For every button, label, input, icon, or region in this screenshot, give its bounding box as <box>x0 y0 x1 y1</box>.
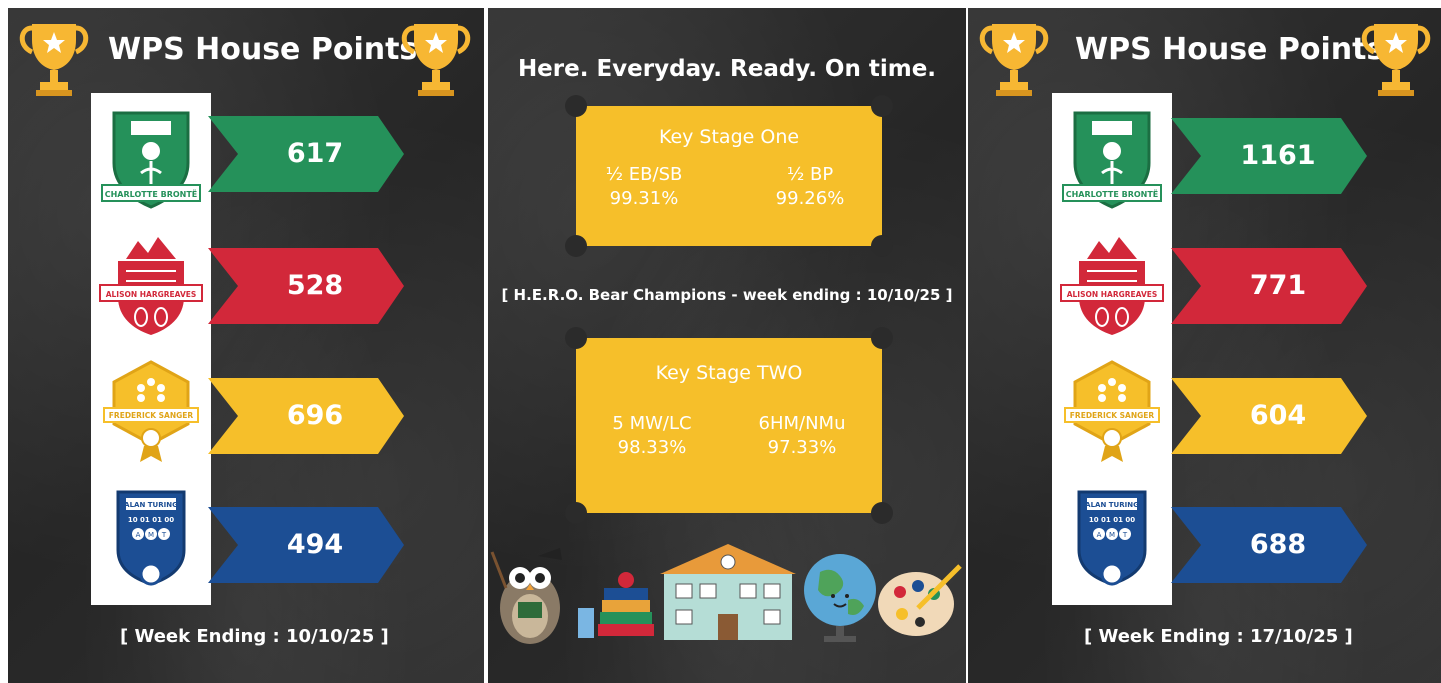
house-points-board-left: WPS House Points CHARLOTTE BRONTË ALISON… <box>8 8 484 683</box>
svg-text:10 01 01 00: 10 01 01 00 <box>1089 516 1135 524</box>
house-crest-column: CHARLOTTE BRONTË ALISON HARGREAVES FREDE… <box>91 93 211 605</box>
points-value: 1161 <box>1240 140 1316 171</box>
alison-hargreaves-crest-icon: ALISON HARGREAVES <box>99 237 203 335</box>
house-points-arrow-hargreaves: 528 <box>208 248 404 324</box>
points-value: 771 <box>1249 270 1307 301</box>
alan-turing-crest-icon: ALAN TURING 10 01 01 00 A M T <box>1077 490 1147 586</box>
hero-bear-champions-banner: [ H.E.R.O. Bear Champions - week ending … <box>501 286 953 304</box>
globe-icon <box>804 554 876 642</box>
week-ending-label: [ Week Ending : 10/10/25 ] <box>120 626 389 647</box>
class-attendance: 5 MW/LC 98.33% <box>612 413 692 458</box>
points-value: 617 <box>286 138 344 169</box>
svg-text:ALAN TURING: ALAN TURING <box>124 501 178 509</box>
charlotte-bronte-crest-icon: CHARLOTTE BRONTË <box>1062 111 1162 209</box>
house-points-arrow-bronte: 617 <box>208 116 404 192</box>
attendance-headline: Here. Everyday. Ready. On time. <box>517 56 937 82</box>
trophy-icon <box>1360 20 1432 100</box>
class-attendance: ½ EB/SB 99.31% <box>605 164 683 209</box>
house-crest-column: CHARLOTTE BRONTË ALISON HARGREAVES FREDE… <box>1052 93 1172 605</box>
house-points-arrow-sanger: 604 <box>1171 378 1367 454</box>
trophy-icon <box>400 20 472 100</box>
house-points-arrow-turing: 494 <box>208 507 404 583</box>
key-stage-title: Key Stage TWO <box>655 362 803 384</box>
house-points-arrow-hargreaves: 771 <box>1171 248 1367 324</box>
svg-text:10 01 01 00: 10 01 01 00 <box>128 516 174 524</box>
svg-text:CHARLOTTE BRONTË: CHARLOTTE BRONTË <box>105 189 198 199</box>
svg-text:FREDERICK SANGER: FREDERICK SANGER <box>109 411 194 420</box>
house-points-arrow-bronte: 1161 <box>1171 118 1367 194</box>
house-points-board-right: WPS House Points CHARLOTTE BRONTË ALISON… <box>968 8 1441 683</box>
svg-text:ALISON HARGREAVES: ALISON HARGREAVES <box>106 290 197 299</box>
svg-text:A: A <box>136 531 141 539</box>
points-value: 696 <box>286 400 344 431</box>
svg-text:M: M <box>1109 531 1115 539</box>
attendance-board: Here. Everyday. Ready. On time. Key Stag… <box>488 8 966 683</box>
class-attendance: 6HM/NMu 97.33% <box>758 413 846 458</box>
house-points-arrow-sanger: 696 <box>208 378 404 454</box>
school-illustration <box>490 544 962 644</box>
books-icon <box>578 572 654 638</box>
svg-text:FREDERICK SANGER: FREDERICK SANGER <box>1070 411 1155 420</box>
school-building-icon <box>660 544 796 640</box>
svg-text:ALISON HARGREAVES: ALISON HARGREAVES <box>1067 290 1158 299</box>
frederick-sanger-crest-icon: FREDERICK SANGER <box>103 360 199 462</box>
owl-teacher-icon <box>490 548 562 644</box>
svg-text:CHARLOTTE BRONTË: CHARLOTTE BRONTË <box>1066 189 1159 199</box>
points-value: 604 <box>1249 400 1307 431</box>
svg-text:T: T <box>161 531 167 539</box>
alan-turing-crest-icon: ALAN TURING 10 01 01 00 A M T <box>116 490 186 586</box>
charlotte-bronte-crest-icon: CHARLOTTE BRONTË <box>101 111 201 209</box>
points-value: 494 <box>286 529 344 560</box>
paint-palette-icon <box>878 564 962 636</box>
frederick-sanger-crest-icon: FREDERICK SANGER <box>1064 360 1160 462</box>
svg-text:ALAN TURING: ALAN TURING <box>1085 501 1139 509</box>
house-points-arrow-turing: 688 <box>1171 507 1367 583</box>
svg-text:M: M <box>148 531 154 539</box>
svg-text:T: T <box>1122 531 1128 539</box>
class-attendance: ½ BP 99.26% <box>775 164 845 209</box>
svg-text:A: A <box>1097 531 1102 539</box>
points-value: 528 <box>286 270 344 301</box>
week-ending-label: [ Week Ending : 17/10/25 ] <box>1084 626 1353 647</box>
points-value: 688 <box>1249 529 1307 560</box>
trophy-icon <box>978 20 1050 100</box>
alison-hargreaves-crest-icon: ALISON HARGREAVES <box>1060 237 1164 335</box>
key-stage-two-card: Key Stage TWO 5 MW/LC 98.33% 6HM/NMu 97.… <box>565 327 893 524</box>
board-title: WPS House Points <box>108 32 418 67</box>
key-stage-one-card: Key Stage One ½ EB/SB 99.31% ½ BP 99.26% <box>565 95 893 257</box>
board-title: WPS House Points <box>1075 32 1385 67</box>
trophy-icon <box>18 20 90 100</box>
key-stage-title: Key Stage One <box>658 126 800 148</box>
